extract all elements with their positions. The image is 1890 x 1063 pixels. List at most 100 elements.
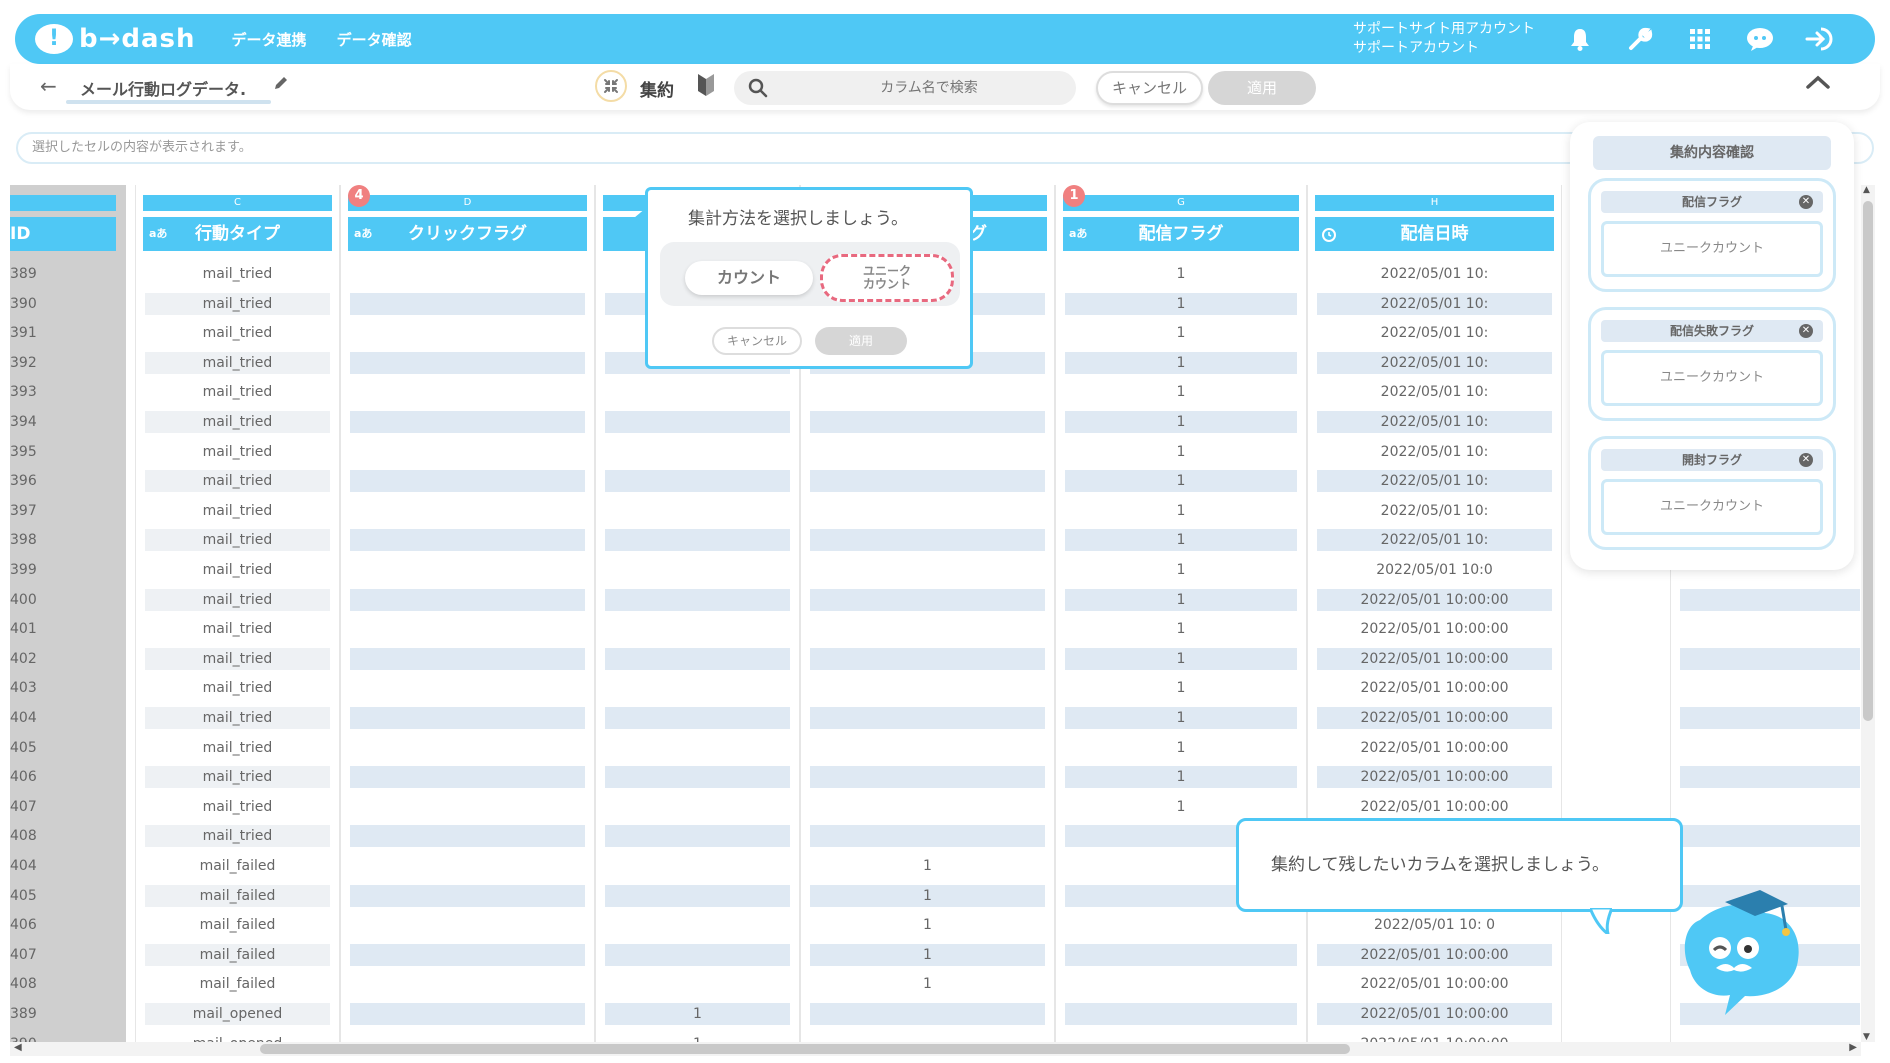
table-cell[interactable]: 2022/05/01 10:00:00 bbox=[1317, 1003, 1552, 1025]
popup-apply-button[interactable]: 適用 bbox=[815, 327, 907, 355]
table-cell[interactable] bbox=[810, 647, 1045, 670]
id-cell[interactable]: 392 bbox=[10, 352, 110, 374]
table-cell[interactable] bbox=[350, 322, 585, 344]
aggregate-icon[interactable] bbox=[595, 70, 627, 102]
table-cell[interactable]: 1 bbox=[1065, 618, 1297, 640]
table-cell[interactable] bbox=[1680, 618, 1860, 640]
table-cell[interactable]: mail_opened bbox=[145, 1003, 330, 1025]
close-icon[interactable]: ✕ bbox=[1799, 324, 1813, 338]
table-cell[interactable] bbox=[350, 973, 585, 995]
apply-button[interactable]: 適用 bbox=[1208, 71, 1316, 105]
table-cell[interactable] bbox=[350, 500, 585, 522]
table-cell[interactable] bbox=[605, 943, 790, 966]
table-cell[interactable]: mail_failed bbox=[145, 855, 330, 877]
column-header[interactable]: aあ クリックフラグ bbox=[348, 217, 587, 251]
table-cell[interactable]: 1 bbox=[1065, 707, 1297, 729]
table-cell[interactable]: 2022/05/01 10: bbox=[1317, 411, 1552, 433]
table-cell[interactable]: 1 bbox=[1065, 470, 1297, 493]
table-cell[interactable]: 1 bbox=[1065, 766, 1297, 789]
table-cell[interactable]: 1 bbox=[1065, 263, 1297, 285]
id-cell[interactable]: 408 bbox=[10, 825, 110, 847]
table-cell[interactable]: mail_tried bbox=[145, 441, 330, 463]
table-cell[interactable] bbox=[350, 707, 585, 729]
table-cell[interactable]: 1 bbox=[1065, 796, 1297, 818]
table-cell[interactable] bbox=[605, 855, 790, 877]
table-cell[interactable]: mail_tried bbox=[145, 411, 330, 433]
table-cell[interactable]: mail_tried bbox=[145, 647, 330, 670]
id-cell[interactable]: 404 bbox=[10, 707, 110, 729]
table-cell[interactable] bbox=[810, 796, 1045, 818]
table-cell[interactable]: 2022/05/01 10:00:00 bbox=[1317, 737, 1552, 759]
table-cell[interactable] bbox=[1680, 825, 1860, 848]
bell-icon[interactable] bbox=[1565, 24, 1595, 54]
id-cell[interactable]: 398 bbox=[10, 529, 110, 551]
table-cell[interactable]: mail_tried bbox=[145, 825, 330, 848]
table-cell[interactable] bbox=[1065, 1033, 1297, 1042]
table-cell[interactable] bbox=[1680, 766, 1860, 789]
table-cell[interactable] bbox=[605, 973, 790, 995]
table-cell[interactable] bbox=[605, 441, 790, 463]
table-cell[interactable] bbox=[810, 588, 1045, 611]
table-cell[interactable] bbox=[350, 588, 585, 611]
table-cell[interactable]: 2022/05/01 10: bbox=[1317, 441, 1552, 463]
id-cell[interactable]: 407 bbox=[10, 796, 110, 818]
table-cell[interactable]: 2022/05/01 10:00:00 bbox=[1317, 618, 1552, 640]
table-cell[interactable]: 2022/05/01 10:00:00 bbox=[1317, 707, 1552, 729]
id-cell[interactable]: 397 bbox=[10, 500, 110, 522]
table-cell[interactable]: 1 bbox=[1065, 559, 1297, 581]
table-cell[interactable] bbox=[1680, 677, 1860, 699]
unique-count-button[interactable]: ユニーク カウント bbox=[820, 254, 954, 302]
id-cell[interactable]: 407 bbox=[10, 944, 110, 966]
table-cell[interactable] bbox=[350, 737, 585, 759]
table-cell[interactable] bbox=[350, 766, 585, 789]
id-cell[interactable]: 389 bbox=[10, 263, 110, 285]
table-cell[interactable] bbox=[350, 677, 585, 699]
table-cell[interactable]: mail_tried bbox=[145, 618, 330, 640]
table-cell[interactable] bbox=[810, 737, 1045, 759]
table-cell[interactable] bbox=[810, 529, 1045, 552]
table-cell[interactable] bbox=[605, 500, 790, 522]
table-cell[interactable] bbox=[350, 351, 585, 374]
table-cell[interactable] bbox=[1065, 943, 1297, 966]
table-cell[interactable]: mail_tried bbox=[145, 263, 330, 285]
table-cell[interactable] bbox=[350, 796, 585, 818]
table-cell[interactable]: mail_tried bbox=[145, 470, 330, 493]
table-cell[interactable] bbox=[605, 766, 790, 789]
beginner-mark-icon[interactable] bbox=[696, 72, 716, 102]
table-cell[interactable]: mail_tried bbox=[145, 559, 330, 581]
table-cell[interactable] bbox=[605, 825, 790, 848]
id-cell[interactable]: 402 bbox=[10, 648, 110, 670]
table-cell[interactable] bbox=[810, 559, 1045, 581]
id-cell[interactable]: 405 bbox=[10, 885, 110, 907]
table-cell[interactable] bbox=[1065, 914, 1297, 936]
table-cell[interactable] bbox=[1680, 737, 1860, 759]
table-cell[interactable] bbox=[810, 1003, 1045, 1025]
table-cell[interactable]: 2022/05/01 10: bbox=[1317, 263, 1552, 285]
table-cell[interactable]: 1 bbox=[810, 973, 1045, 995]
logout-icon[interactable] bbox=[1805, 24, 1835, 54]
chevron-up-icon[interactable] bbox=[1805, 72, 1831, 96]
chat-icon[interactable] bbox=[1745, 24, 1775, 54]
table-cell[interactable] bbox=[350, 263, 585, 285]
table-cell[interactable] bbox=[810, 1033, 1045, 1042]
table-cell[interactable]: mail_tried bbox=[145, 766, 330, 789]
account-info[interactable]: サポートサイト用アカウント サポートアカウント bbox=[1353, 20, 1535, 58]
nav-data-check[interactable]: データ確認 bbox=[337, 29, 412, 50]
table-cell[interactable] bbox=[810, 677, 1045, 699]
table-cell[interactable] bbox=[350, 470, 585, 493]
table-cell[interactable]: 1 bbox=[1065, 737, 1297, 759]
column-header[interactable]: aあ 配信フラグ bbox=[1063, 217, 1299, 251]
table-cell[interactable]: 1 bbox=[1065, 529, 1297, 552]
table-cell[interactable] bbox=[350, 411, 585, 433]
table-cell[interactable]: 1 bbox=[1065, 647, 1297, 670]
horizontal-scroll-thumb[interactable] bbox=[260, 1044, 1350, 1054]
table-cell[interactable] bbox=[605, 381, 790, 403]
table-cell[interactable] bbox=[350, 292, 585, 315]
id-cell[interactable]: 389 bbox=[10, 1003, 110, 1025]
close-icon[interactable]: ✕ bbox=[1799, 453, 1813, 467]
table-cell[interactable]: 1 bbox=[810, 914, 1045, 936]
table-cell[interactable]: 2022/05/01 10: bbox=[1317, 322, 1552, 344]
column-header-id[interactable]: ID bbox=[10, 217, 116, 251]
table-cell[interactable] bbox=[810, 825, 1045, 848]
table-cell[interactable]: mail_tried bbox=[145, 707, 330, 729]
